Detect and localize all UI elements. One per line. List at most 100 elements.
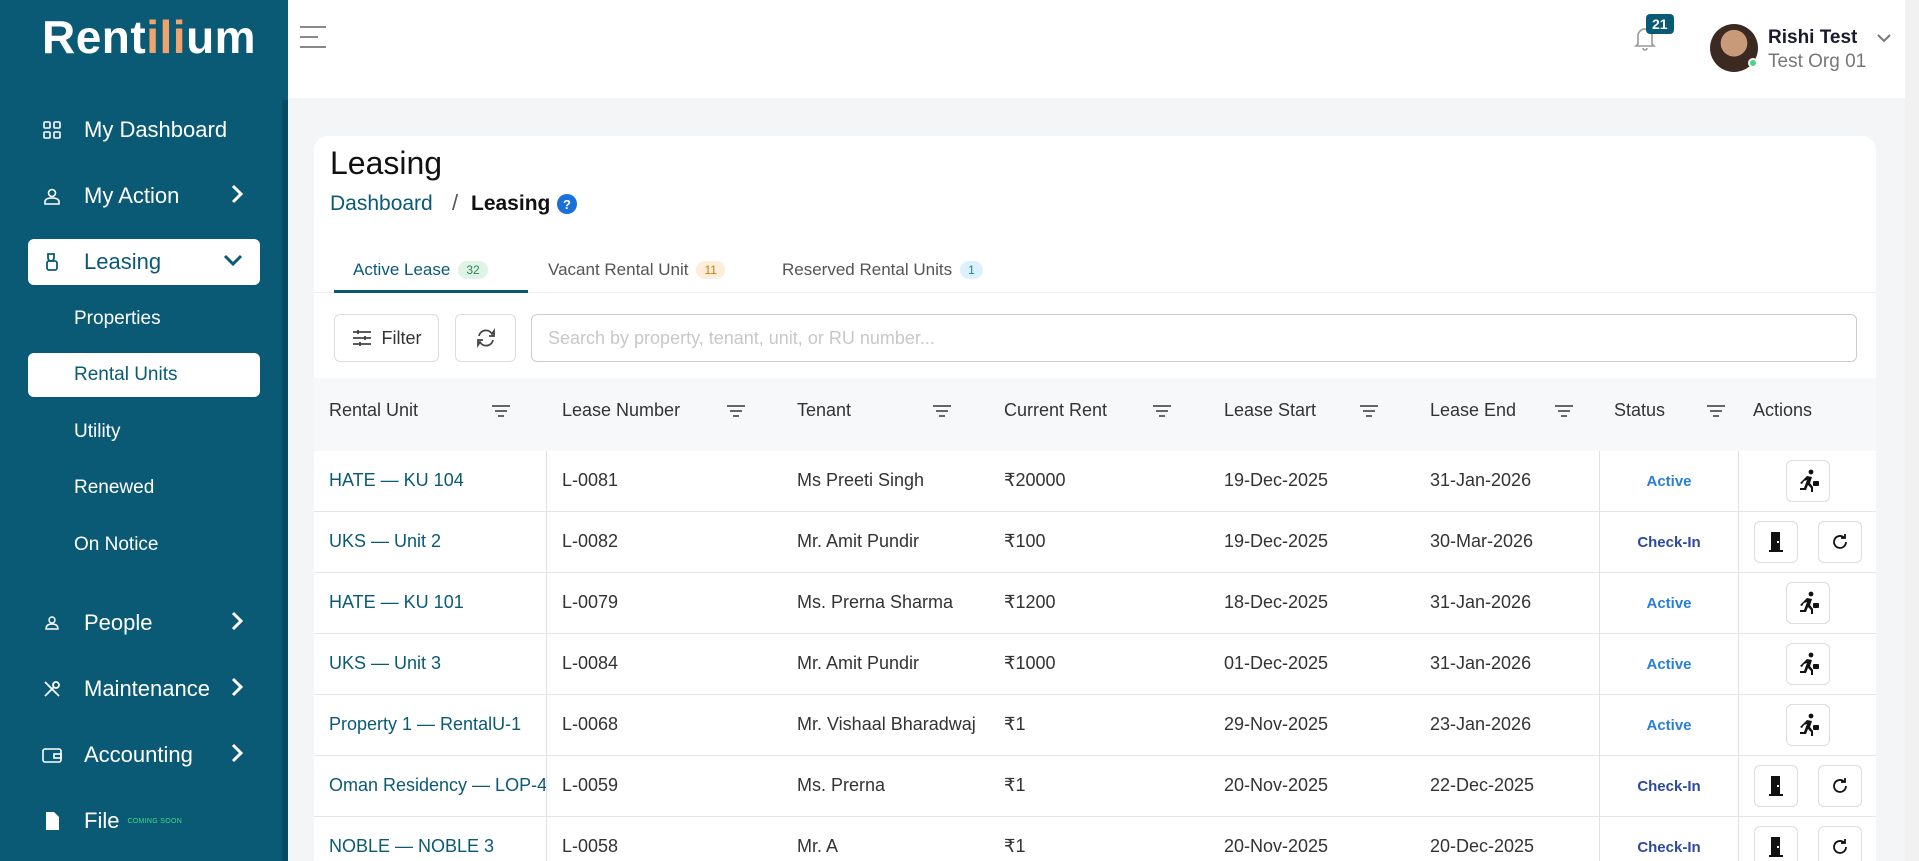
move-out-button[interactable] (1786, 704, 1830, 746)
sidebar-item-file[interactable]: File COMING SOON (28, 798, 260, 844)
tenant-name: Ms. Prerna (797, 775, 886, 795)
sidebar-item-maintenance[interactable]: Maintenance (28, 666, 260, 712)
column-header-lease-start: Lease Start (1224, 400, 1317, 420)
status-badge: Active (1646, 595, 1692, 612)
tenant-name: Mr. Vishaal Bharadwaj (797, 714, 976, 734)
current-rent: ₹20000 (1004, 470, 1066, 490)
sidebar-scrollbar[interactable] (282, 100, 288, 861)
lease-number: L-0084 (562, 653, 619, 673)
refresh-button[interactable] (1818, 765, 1862, 807)
tabs-divider (314, 292, 1876, 293)
door-icon (1769, 836, 1783, 858)
lease-end: 31-Jan-2026 (1430, 592, 1532, 612)
move-out-button[interactable] (1786, 582, 1830, 624)
filter-icon[interactable] (933, 405, 951, 419)
door-button[interactable] (1754, 826, 1798, 861)
tab-vacant-rental-unit[interactable]: Vacant Rental Unit 11 (548, 250, 725, 290)
lease-end: 30-Mar-2026 (1430, 531, 1534, 551)
sidebar-item-leasing[interactable]: Leasing (28, 239, 260, 285)
move-out-icon (1796, 469, 1820, 493)
filter-icon[interactable] (492, 405, 510, 419)
tools-icon (38, 678, 66, 700)
tenant-name: Ms. Prerna Sharma (797, 592, 954, 612)
lease-end: 20-Dec-2025 (1430, 836, 1535, 856)
sidebar-subitem-rental-units[interactable]: Rental Units (28, 353, 260, 397)
chevron-right-icon (230, 742, 244, 770)
tenant-name: Mr. Amit Pundir (797, 653, 920, 673)
filter-icon[interactable] (727, 405, 745, 419)
lease-number: L-0082 (562, 531, 619, 551)
lease-start: 01-Dec-2025 (1224, 653, 1329, 673)
help-icon[interactable]: ? (557, 194, 577, 214)
filter-button[interactable]: Filter (334, 314, 439, 362)
door-button[interactable] (1754, 765, 1798, 807)
sidebar-item-people[interactable]: People (28, 600, 260, 646)
move-out-button[interactable] (1786, 643, 1830, 685)
filter-icon[interactable] (1153, 405, 1171, 419)
column-header-actions: Actions (1753, 400, 1813, 420)
tab-active-lease[interactable]: Active Lease 32 (353, 250, 488, 290)
lease-start: 19-Dec-2025 (1224, 531, 1329, 551)
tab-reserved-rental-units[interactable]: Reserved Rental Units 1 (782, 250, 983, 290)
sidebar-subitem-utility[interactable]: Utility (28, 410, 260, 454)
breadcrumb-separator: / (452, 190, 459, 215)
hamburger-menu-icon[interactable] (300, 26, 326, 48)
tenant-name: Ms Preeti Singh (797, 470, 925, 490)
column-header-current-rent: Current Rent (1004, 400, 1108, 420)
page-scrollbar[interactable] (1905, 0, 1919, 861)
column-divider (1599, 451, 1600, 861)
sidebar-item-my-dashboard[interactable]: My Dashboard (28, 107, 260, 153)
lease-start: 20-Nov-2025 (1224, 836, 1329, 856)
filter-icon[interactable] (1555, 405, 1573, 419)
sidebar-item-label: My Dashboard (84, 117, 228, 142)
column-header-tenant: Tenant (797, 400, 852, 420)
tenant-name: Mr. Amit Pundir (797, 531, 920, 551)
filter-label: Filter (381, 327, 422, 348)
sidebar-item-label: My Action (84, 183, 180, 208)
sidebar-item-my-action[interactable]: My Action (28, 173, 260, 219)
tab-count-badge: 1 (960, 261, 983, 279)
rental-unit-link[interactable]: UKS — Unit 3 (329, 653, 441, 674)
rental-unit-link[interactable]: Oman Residency — LOP-4 (329, 775, 547, 796)
rental-unit-link[interactable]: UKS — Unit 2 (329, 531, 441, 552)
rental-unit-link[interactable]: Property 1 — RentalU-1 (329, 714, 521, 735)
door-icon (1769, 775, 1783, 797)
current-rent: ₹1000 (1004, 653, 1056, 673)
refresh-button[interactable] (1818, 521, 1862, 563)
lease-end: 31-Jan-2026 (1430, 470, 1532, 490)
sidebar-item-accounting[interactable]: Accounting (28, 732, 260, 778)
user-action-icon (38, 185, 66, 207)
rental-unit-link[interactable]: NOBLE — NOBLE 3 (329, 836, 494, 857)
search-input[interactable] (531, 314, 1857, 362)
sidebar-item-label: People (84, 610, 153, 635)
column-header-rental-unit: Rental Unit (329, 400, 419, 420)
sidebar-item-label: File (84, 808, 120, 833)
sidebar-subitem-renewed[interactable]: Renewed (28, 466, 260, 510)
move-out-icon (1796, 713, 1820, 737)
person-icon (38, 612, 66, 634)
door-icon (1769, 531, 1783, 553)
refresh-button[interactable] (1818, 826, 1862, 861)
current-rent: ₹1 (1004, 775, 1026, 795)
sidebar-subitem-on-notice[interactable]: On Notice (28, 523, 260, 567)
sliders-icon (352, 329, 372, 347)
filter-icon[interactable] (1360, 405, 1378, 419)
user-name[interactable]: Rishi Test (1768, 27, 1857, 49)
rental-unit-link[interactable]: HATE — KU 104 (329, 470, 464, 491)
door-button[interactable] (1754, 521, 1798, 563)
filter-icon[interactable] (1707, 405, 1725, 419)
rental-unit-link[interactable]: HATE — KU 101 (329, 592, 464, 613)
column-header-lease-number: Lease Number (562, 400, 681, 420)
sidebar-subitem-properties[interactable]: Properties (28, 297, 260, 341)
wallet-icon (38, 744, 66, 766)
move-out-button[interactable] (1786, 460, 1830, 502)
chevron-right-icon (230, 676, 244, 704)
refresh-button[interactable] (455, 314, 516, 362)
current-rent: ₹1200 (1004, 592, 1056, 612)
top-header: 21 Rishi Test Test Org 01 (288, 0, 1919, 98)
page-title: Leasing (330, 145, 443, 181)
lease-icon (38, 251, 66, 273)
breadcrumb-dashboard[interactable]: Dashboard (330, 192, 433, 216)
tab-count-badge: 32 (458, 261, 488, 279)
chevron-down-icon[interactable] (1876, 28, 1892, 49)
